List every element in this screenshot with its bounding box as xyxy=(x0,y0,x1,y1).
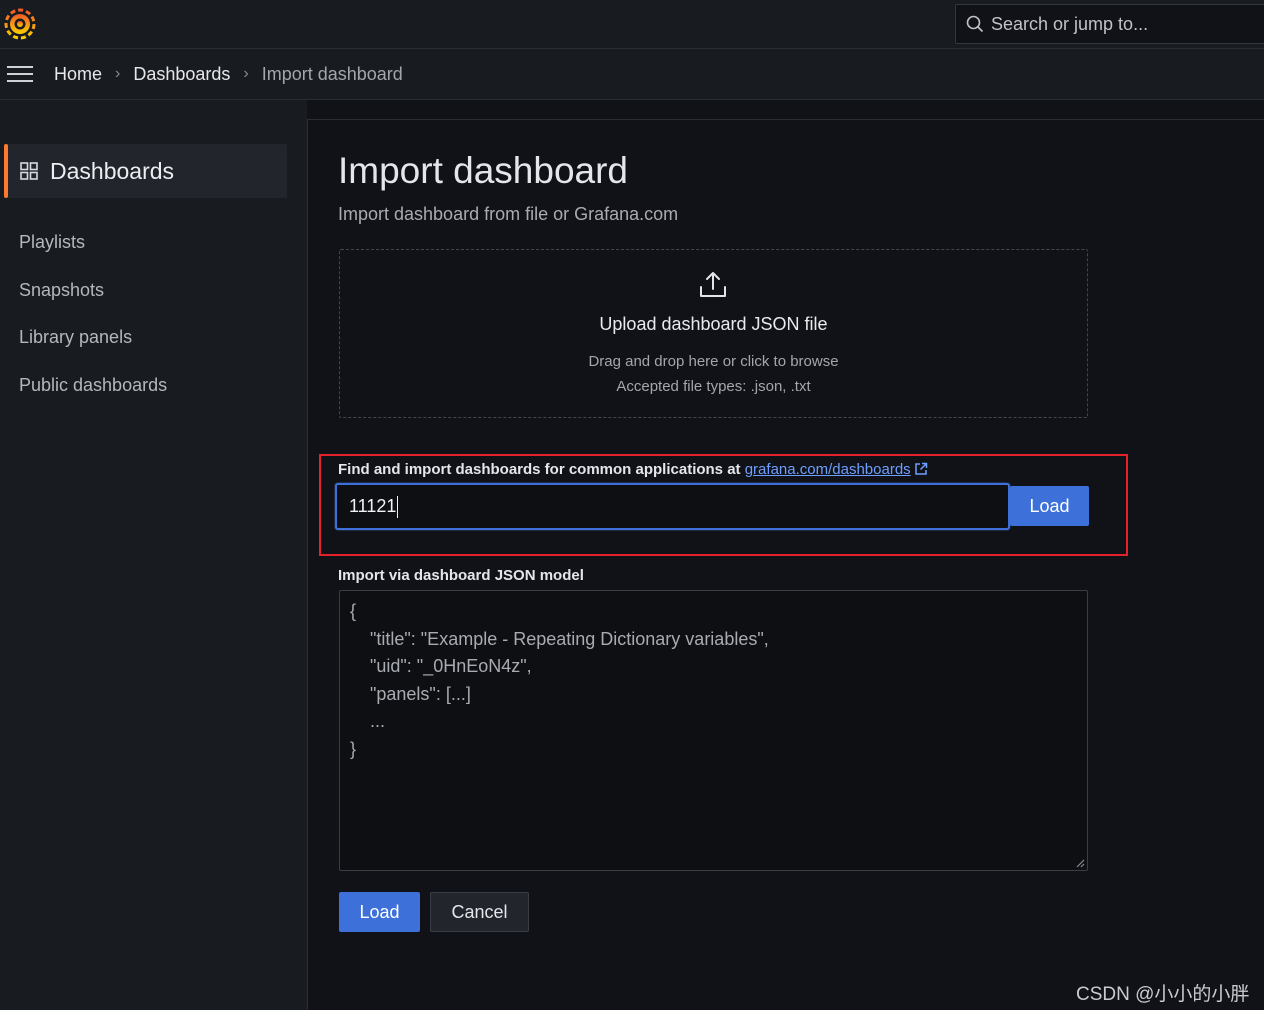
cancel-button[interactable]: Cancel xyxy=(430,892,529,932)
json-placeholder-line: } xyxy=(350,738,357,759)
apps-grid-icon xyxy=(20,162,38,180)
upload-icon xyxy=(700,272,726,297)
gcom-label: Find and import dashboards for common ap… xyxy=(338,461,928,478)
upload-title: Upload dashboard JSON file xyxy=(599,314,828,334)
external-link-icon xyxy=(914,462,927,475)
resize-handle-icon[interactable] xyxy=(1075,858,1085,868)
breadcrumb-current: Import dashboard xyxy=(261,63,403,84)
breadcrumb-dashboards[interactable]: Dashboards xyxy=(133,64,230,85)
top-bar: Search or jump to... xyxy=(0,0,1264,49)
sidebar-item-library-panels[interactable]: Library panels xyxy=(19,327,132,348)
search-placeholder: Search or jump to... xyxy=(991,13,1149,34)
json-placeholder-line: "uid": "_0HnEoN4z", xyxy=(350,656,532,676)
json-model-textarea[interactable]: { "title": "Example - Repeating Dictiona… xyxy=(339,590,1088,871)
search-icon xyxy=(966,15,984,33)
hamburger-icon xyxy=(7,66,33,82)
sidebar-item-playlists[interactable]: Playlists xyxy=(19,232,85,253)
grafana-logo-icon[interactable] xyxy=(4,8,36,40)
json-placeholder-line: "title": "Example - Repeating Dictionary… xyxy=(350,628,769,649)
main-content: Import dashboard Import dashboard from f… xyxy=(307,119,1264,1010)
gcom-input-value: 11121 xyxy=(349,496,397,516)
watermark: CSDN @小小的小胖 xyxy=(1076,984,1250,1005)
page-title: Import dashboard xyxy=(338,150,629,191)
json-model-label: Import via dashboard JSON model xyxy=(338,567,584,584)
gcom-load-button[interactable]: Load xyxy=(1010,486,1089,526)
search-bar[interactable]: Search or jump to... xyxy=(955,4,1264,44)
sidebar-item-public-dashboards[interactable]: Public dashboards xyxy=(19,375,167,396)
breadcrumb-separator: › xyxy=(115,65,121,82)
breadcrumb-bar: Home › Dashboards › Import dashboard xyxy=(0,49,1264,100)
gcom-dashboards-link[interactable]: grafana.com/dashboards xyxy=(745,461,911,478)
text-caret xyxy=(397,495,399,518)
upload-dropzone[interactable]: Upload dashboard JSON file Drag and drop… xyxy=(339,249,1088,418)
load-button[interactable]: Load xyxy=(339,892,420,932)
sidebar-header-label: Dashboards xyxy=(50,157,175,184)
breadcrumb-separator: › xyxy=(243,65,249,82)
page-subtitle: Import dashboard from file or Grafana.co… xyxy=(338,204,679,224)
json-placeholder-line: ... xyxy=(350,711,386,731)
sidebar-item-snapshots[interactable]: Snapshots xyxy=(19,280,104,301)
json-placeholder-line: "panels": [...] xyxy=(350,683,471,704)
breadcrumb-home[interactable]: Home xyxy=(54,64,102,85)
active-indicator xyxy=(4,144,8,198)
sidebar: Dashboards Playlists Snapshots Library p… xyxy=(0,100,307,1010)
upload-file-types: Accepted file types: .json, .txt xyxy=(616,378,811,395)
json-placeholder-line: { xyxy=(350,601,357,621)
upload-hint: Drag and drop here or click to browse xyxy=(588,353,839,370)
gcom-label-text: Find and import dashboards for common ap… xyxy=(338,461,741,478)
menu-toggle-button[interactable] xyxy=(1,55,39,93)
gcom-id-input[interactable]: 11121 xyxy=(335,483,1010,530)
sidebar-item-dashboards[interactable]: Dashboards xyxy=(4,144,287,198)
